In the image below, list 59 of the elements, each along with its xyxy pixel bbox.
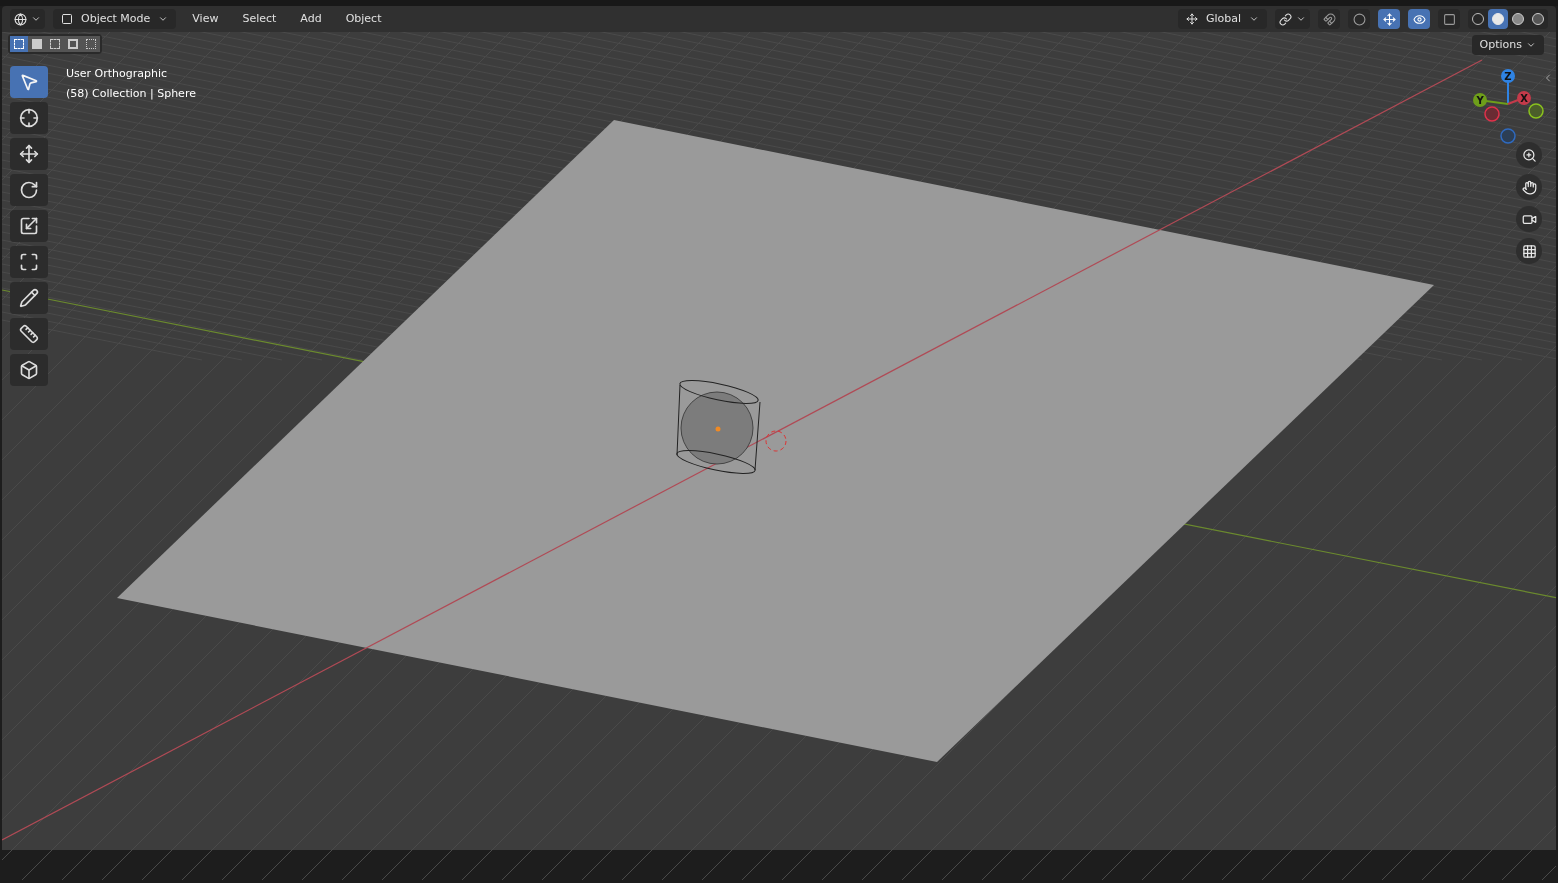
chevron-down-icon — [158, 14, 169, 24]
annotate-tool-button[interactable] — [10, 282, 48, 314]
transform-tool-button[interactable] — [10, 246, 48, 278]
rotate-tool-button[interactable] — [10, 174, 48, 206]
transform-icon — [19, 252, 39, 272]
scale-icon — [19, 216, 39, 236]
zoom-icon — [1521, 147, 1537, 163]
pencil-icon — [19, 288, 39, 308]
snap-toggle[interactable] — [1318, 9, 1340, 29]
menu-item[interactable]: Add — [292, 10, 330, 28]
orientation-dropdown[interactable]: Global — [1177, 9, 1267, 29]
chevron-down-icon — [1296, 14, 1306, 24]
mode-dropdown[interactable]: Object Mode — [53, 9, 177, 29]
pointer-icon — [19, 72, 39, 92]
ruler-icon — [19, 324, 39, 344]
intersect-select-mode-button[interactable] — [82, 36, 100, 52]
link-icon — [1279, 12, 1292, 26]
proportional-toggle[interactable] — [1348, 9, 1370, 29]
viewport[interactable]: User Orthographic (58) Collection | Sphere Options Z Y X — [2, 32, 1556, 880]
overlay-icon — [1412, 12, 1426, 26]
negative-axis-handle[interactable] — [1528, 103, 1544, 119]
cursor-tool-button[interactable] — [10, 102, 48, 134]
overlay-toggle[interactable] — [1408, 9, 1430, 29]
globe-icon — [14, 12, 27, 26]
rotate-icon — [19, 180, 39, 200]
extend-select-mode-button[interactable] — [28, 36, 46, 52]
crosshair-icon — [19, 108, 39, 128]
pivot-dropdown[interactable] — [1275, 9, 1310, 29]
magnet-icon — [1322, 12, 1336, 26]
solid-shading-button[interactable] — [1488, 9, 1508, 29]
grid-icon — [1521, 243, 1537, 259]
square-icon — [61, 13, 73, 25]
xray-toggle[interactable] — [1438, 9, 1460, 29]
chevron-down-icon — [1526, 40, 1536, 50]
chevron-down-icon — [31, 14, 41, 24]
editor-type-button[interactable] — [10, 9, 45, 29]
menu-item[interactable]: Select — [234, 10, 285, 28]
menu-item[interactable]: View — [184, 10, 227, 28]
select-tool-button[interactable] — [10, 66, 48, 98]
cube-icon — [19, 360, 39, 380]
move-tool-button[interactable] — [10, 138, 48, 170]
axis-label[interactable]: Y — [1473, 93, 1487, 107]
hand-icon — [1521, 179, 1537, 195]
gizmo-toggle[interactable] — [1378, 9, 1400, 29]
options-dropdown[interactable]: Options — [1471, 35, 1544, 55]
chevron-down-icon — [1249, 14, 1259, 24]
negative-axis-handle[interactable] — [1484, 106, 1500, 122]
negative-axis-handle[interactable] — [1500, 128, 1516, 144]
view-name-label: User Orthographic — [66, 66, 169, 82]
move-arrows-icon — [19, 144, 39, 164]
axis-label[interactable]: Z — [1501, 69, 1515, 83]
gizmo-icon — [1382, 12, 1396, 26]
measure-tool-button[interactable] — [10, 318, 48, 350]
scale-tool-button[interactable] — [10, 210, 48, 242]
menu-item[interactable]: Object — [337, 10, 390, 28]
new-select-mode-button[interactable] — [10, 36, 28, 52]
context-label: (58) Collection | Sphere — [66, 85, 196, 102]
add-cube-tool-button[interactable] — [10, 354, 48, 386]
axis-label[interactable]: X — [1517, 91, 1531, 105]
